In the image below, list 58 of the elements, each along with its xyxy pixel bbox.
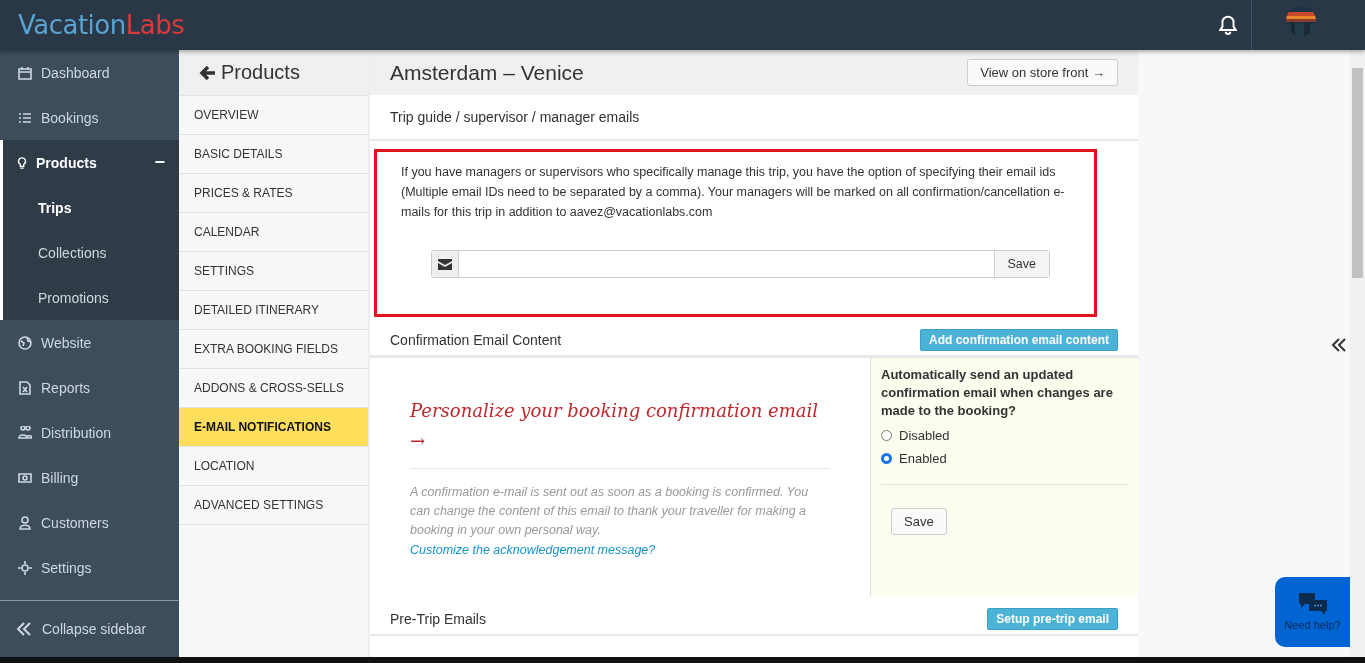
document-icon [18, 380, 32, 395]
save-button[interactable]: Save [993, 251, 1049, 277]
email-input-field[interactable]: Save [431, 250, 1050, 278]
sidebar-item[interactable]: Dashboard [0, 50, 179, 95]
question-text: Automatically send an updated confirmation email when changes are made to the booking? [881, 366, 1114, 420]
sidebar-subitem[interactable]: Collections [3, 230, 179, 275]
menu-item[interactable]: ADVANCED SETTINGS [179, 486, 368, 525]
radio-label: Enabled [899, 451, 947, 466]
menu-item[interactable]: EXTRA BOOKING FIELDS [179, 330, 368, 369]
lightbulb-icon [16, 156, 28, 169]
sidebar-item[interactable]: Bookings [0, 95, 179, 140]
sidebar-subitem[interactable]: Promotions [3, 275, 179, 320]
double-chevron-left-icon[interactable] [1330, 336, 1348, 354]
menu-item[interactable]: BASIC DETAILS [179, 135, 368, 174]
radio-label: Disabled [899, 428, 950, 443]
radio-button[interactable] [881, 430, 892, 441]
radio-button[interactable] [881, 453, 892, 464]
sidebar-item[interactable]: Customers [0, 500, 179, 545]
sidebar-item[interactable]: Website [0, 320, 179, 365]
save-button[interactable]: Save [891, 508, 947, 535]
collapse-toggle[interactable]: − [154, 152, 165, 173]
description: If you have managers or supervisors who specifically manage this trip, you have the option of specifying their email ids (Multiple email IDs need to be separated by a comma). Your managers will be marked on all confirmation/cancellation e-mails for this trip in addition to aavez@vacationlabs.com [401, 164, 1066, 221]
back-arrow-icon[interactable] [199, 63, 217, 82]
sidebar-item[interactable]: Billing [0, 455, 179, 500]
menu-item[interactable]: DETAILED ITINERARY [179, 291, 368, 330]
menu-item[interactable]: CALENDAR [179, 213, 368, 252]
list-icon [18, 110, 32, 125]
sidebar-item[interactable]: Distribution [0, 410, 179, 455]
menu-item[interactable]: OVERVIEW [179, 96, 368, 135]
section-heading: Confirmation Email Content [390, 332, 562, 348]
section-heading: Trip guide / supervisor / manager emails [390, 109, 640, 125]
double-chevron-left-icon [16, 621, 32, 637]
users-icon [18, 425, 32, 440]
customize-link[interactable]: Customize the acknowledgement message? [410, 543, 656, 557]
menu-item[interactable]: PRICES & RATES [179, 174, 368, 213]
menu-item[interactable]: E-MAIL NOTIFICATIONS [179, 408, 368, 447]
notification-bell-icon[interactable] [1219, 15, 1237, 35]
scrollbar[interactable] [1350, 50, 1365, 657]
sidebar-subitem[interactable]: Trips [3, 185, 179, 230]
sidebar-item[interactable]: Settings [0, 545, 179, 590]
logo[interactable]: VacationLabs [18, 10, 185, 40]
menu-item[interactable]: SETTINGS [179, 252, 368, 291]
view-store-button[interactable]: View on store front → [967, 59, 1118, 86]
sidebar-item[interactable]: Products − [3, 140, 179, 185]
chat-bubbles-icon [1298, 593, 1327, 615]
section-heading: Pre-Trip Emails [390, 611, 486, 627]
promo-title: Personalize your booking confirmation email → [410, 396, 830, 469]
money-icon [18, 470, 32, 485]
promo-description: A confirmation e-mail is sent out as soon as a booking is confirmed. You can change the content of this email to thank your traveller for making a booking in your own personal way. [410, 484, 810, 539]
globe-icon [18, 335, 32, 350]
envelope-icon [438, 258, 452, 270]
calendar-icon [18, 65, 32, 80]
gear-icon [18, 560, 32, 575]
page-title: Amsterdam – Venice [390, 60, 584, 85]
menu-title: Products [221, 61, 300, 84]
menu-item[interactable]: LOCATION [179, 447, 368, 486]
user-icon [18, 515, 32, 530]
sidebar-item[interactable]: Reports [0, 365, 179, 410]
